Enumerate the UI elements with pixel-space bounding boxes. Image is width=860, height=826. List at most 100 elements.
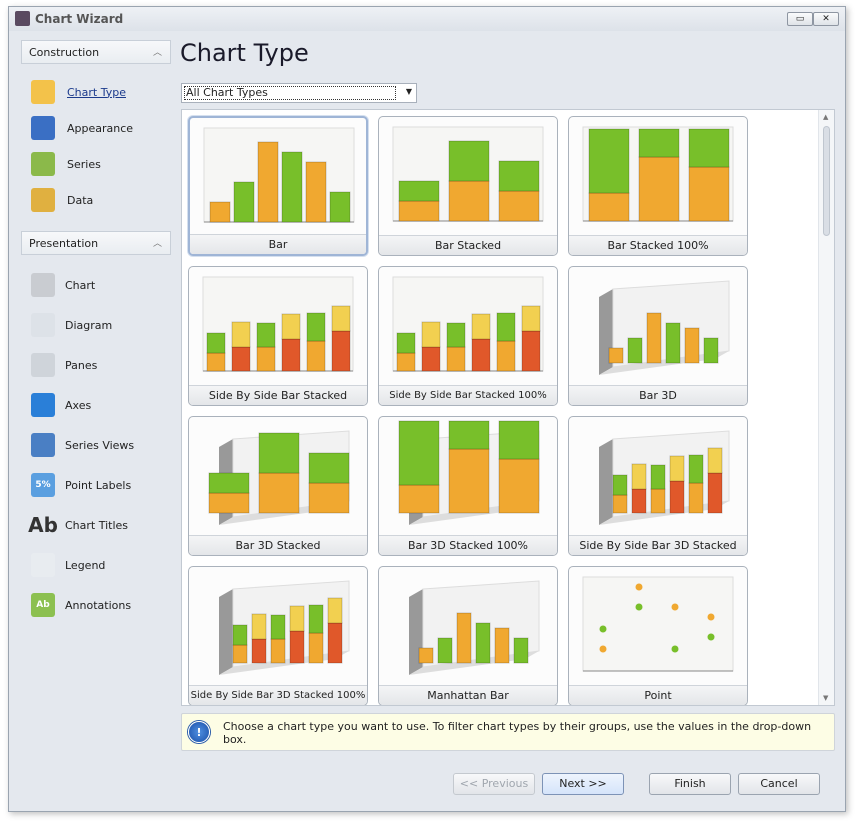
vertical-scrollbar[interactable]: ▲ ▼	[818, 110, 834, 705]
thumbnail-bar	[308, 452, 350, 484]
chart-type-tile-bar3d[interactable]: Bar 3D	[568, 266, 748, 406]
axes-arrow-icon	[31, 393, 55, 417]
legend-icon	[31, 553, 55, 577]
thumbnail-bar	[329, 191, 351, 223]
sidebar-item-label: Panes	[65, 358, 98, 372]
chart-type-tile-sbs3d[interactable]: Side By Side Bar 3D Stacked	[568, 416, 748, 556]
restore-button[interactable]: ▭	[787, 12, 813, 26]
chart-type-tile-sbs[interactable]: Side By Side Bar Stacked	[188, 266, 368, 406]
thumbnail-bar	[631, 488, 647, 514]
chart-type-label: Side By Side Bar Stacked 100%	[379, 385, 557, 405]
sidebar-item-axes[interactable]: Axes	[31, 392, 91, 418]
thumbnail-bar	[498, 420, 540, 460]
close-button[interactable]: ✕	[813, 12, 839, 26]
group-construction[interactable]: Construction ︿	[21, 40, 171, 64]
thumbnail-bar	[231, 321, 251, 348]
sidebar-item-annotations[interactable]: Ab Annotations	[31, 592, 131, 618]
thumbnail-bar	[308, 632, 324, 664]
dropdown-arrow-icon[interactable]: ▼	[406, 87, 412, 96]
chart-type-label: Side By Side Bar Stacked	[189, 385, 367, 405]
thumbnail-bar	[669, 455, 685, 482]
chart-type-tile-stacked[interactable]: Bar Stacked	[378, 116, 558, 256]
chevron-up-icon[interactable]: ︿	[153, 236, 162, 249]
chart-type-tile-sbs100[interactable]: Side By Side Bar Stacked 100%	[378, 266, 558, 406]
info-icon: !	[188, 721, 210, 743]
thumbnail-bar	[327, 597, 343, 624]
thumbnail-bar	[684, 327, 700, 364]
group-presentation[interactable]: Presentation ︿	[21, 231, 171, 255]
sidebar-item-chart[interactable]: Chart	[31, 272, 95, 298]
next-button[interactable]: Next >>	[542, 773, 624, 795]
previous-button[interactable]: << Previous	[453, 773, 535, 795]
thumbnail-bar	[665, 322, 681, 364]
sidebar-item-data[interactable]: Data	[31, 187, 93, 213]
dropdown-value: All Chart Types	[184, 86, 396, 100]
sidebar-item-label: Annotations	[65, 598, 132, 612]
sidebar-item-series-views[interactable]: Series Views	[31, 432, 134, 458]
point-marker	[635, 603, 643, 611]
group-label: Presentation	[29, 237, 99, 250]
thumbnail-bar	[270, 638, 286, 664]
chart-type-thumbnail	[392, 276, 544, 372]
thumbnail-bar	[437, 637, 453, 664]
sidebar-item-legend[interactable]: Legend	[31, 552, 105, 578]
chart-type-thumbnail	[582, 576, 734, 672]
chart-type-tile-sbs3d100[interactable]: Side By Side Bar 3D Stacked 100%	[188, 566, 368, 705]
thumbnail-bar	[206, 332, 226, 354]
sidebar-item-chart-type[interactable]: Chart Type	[31, 79, 126, 105]
cancel-button[interactable]: Cancel	[738, 773, 820, 795]
series-views-icon	[31, 433, 55, 457]
thumbnail-bar	[521, 305, 541, 332]
thumbnail-bar	[209, 201, 231, 223]
thumbnail-bar	[256, 346, 276, 372]
scroll-up-icon[interactable]: ▲	[823, 113, 828, 121]
chart-type-tile-point[interactable]: Point	[568, 566, 748, 705]
chart-type-thumbnail	[208, 430, 350, 525]
thumbnail-bar	[251, 638, 267, 664]
app-icon	[15, 11, 30, 26]
thumbnail-bar	[289, 630, 305, 664]
sidebar-item-chart-titles[interactable]: Ab Chart Titles	[28, 512, 128, 538]
chart-type-label: Bar	[190, 234, 366, 254]
thumbnail-bar	[688, 454, 704, 484]
icon-glyph: Ab	[28, 513, 58, 537]
sidebar-item-panes[interactable]: Panes	[31, 352, 97, 378]
icon-glyph: 5%	[35, 480, 51, 490]
chart-type-thumbnail	[409, 580, 540, 675]
chart-type-tile-stacked3d100[interactable]: Bar 3D Stacked 100%	[378, 416, 558, 556]
hint-text: Choose a chart type you want to use. To …	[223, 720, 812, 746]
thumbnail-bar	[231, 346, 251, 372]
chart-type-tile-stacked100[interactable]: Bar Stacked 100%	[568, 116, 748, 256]
thumbnail-bar	[251, 613, 267, 640]
sidebar-item-label: Point Labels	[65, 478, 132, 492]
thumbnail-bar	[257, 141, 279, 223]
sidebar-item-appearance[interactable]: Appearance	[31, 115, 133, 141]
chart-type-gallery: Bar Bar Stacked Bar Stacked 100% Side By Si…	[181, 109, 835, 706]
thumbnail-bar	[703, 337, 719, 364]
thumbnail-bar	[398, 484, 440, 514]
chart-type-thumbnail	[398, 420, 540, 525]
chart-type-label: Point	[569, 685, 747, 705]
finish-button[interactable]: Finish	[649, 773, 731, 795]
chart-type-tile-stacked3d[interactable]: Bar 3D Stacked	[188, 416, 368, 556]
chart-type-label: Side By Side Bar 3D Stacked	[569, 535, 747, 555]
chart-type-label: Side By Side Bar 3D Stacked 100%	[189, 685, 367, 705]
thumbnail-bar	[496, 312, 516, 342]
point-marker	[671, 603, 679, 611]
thumbnail-bar	[208, 492, 250, 514]
chart-type-filter-dropdown[interactable]: All Chart Types ▼	[181, 83, 417, 103]
chart-type-tile-manhattan[interactable]: Manhattan Bar	[378, 566, 558, 705]
chart-type-tile-bar[interactable]: Bar	[188, 116, 368, 256]
chevron-up-icon[interactable]: ︿	[153, 45, 162, 58]
thumbnail-bar	[331, 305, 351, 332]
sidebar-item-label: Series	[67, 157, 101, 171]
sidebar-item-point-labels[interactable]: 5% Point Labels	[31, 472, 131, 498]
scroll-down-icon[interactable]: ▼	[823, 694, 828, 702]
point-marker	[635, 583, 643, 591]
thumbnail-bar	[650, 488, 666, 514]
sidebar-item-diagram[interactable]: Diagram	[31, 312, 112, 338]
scrollbar-thumb[interactable]	[823, 126, 830, 236]
thumbnail-bar	[281, 151, 303, 223]
sidebar-item-series[interactable]: Series	[31, 151, 101, 177]
chart-wizard-window: Chart Wizard ▭ ✕ Construction ︿ Chart Typ…	[8, 6, 846, 812]
